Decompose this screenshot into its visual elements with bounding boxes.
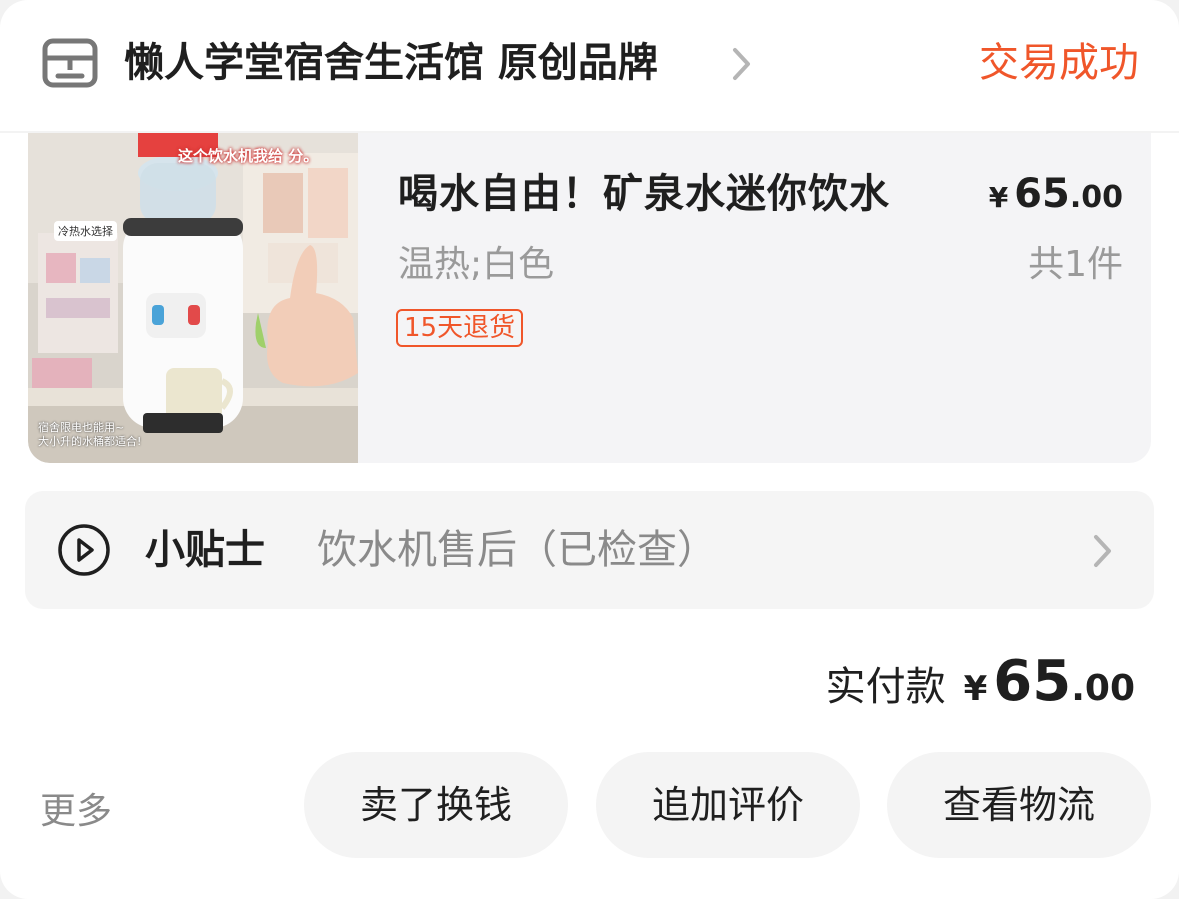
sell-button[interactable]: 卖了换钱 [304,752,568,858]
tips-row[interactable]: 小贴士 饮水机售后（已检查） [25,491,1154,609]
product-thumbnail[interactable]: 这个饮水机我给 分。 冷热水选择 宿舍限电也能用~ 大小升的水桶都适合! [28,133,358,463]
play-circle-icon [58,524,110,576]
price-integer: 65 [1014,171,1070,217]
tips-text: 饮水机售后（已检查） [317,527,717,573]
view-logistics-button[interactable]: 查看物流 [887,752,1151,858]
amount-paid: 实付款 ¥65.00 [826,650,1135,727]
product-item[interactable]: 这个饮水机我给 分。 冷热水选择 宿舍限电也能用~ 大小升的水桶都适合! 喝水自… [28,133,1151,463]
image-caption-bottom-line2: 大小升的水桶都适合! [38,435,142,448]
order-card: 懒人学堂宿舍生活馆 原创品牌 交易成功 这个饮水机我给 分。 冷热水选择 宿舍限… [0,0,1179,899]
amount-symbol: ¥ [963,669,988,709]
price-decimal: .00 [1069,180,1123,215]
amount-integer: 65 [993,649,1072,714]
product-quantity: 共1件 [1028,244,1123,285]
store-icon[interactable] [40,36,100,90]
amount-decimal: .00 [1071,668,1135,709]
product-title: 喝水自由！矿泉水迷你饮水 [398,171,890,217]
add-review-button[interactable]: 追加评价 [596,752,860,858]
image-label: 冷热水选择 [54,221,117,241]
image-caption-bottom-line1: 宿舍限电也能用~ [38,421,125,434]
chevron-right-icon[interactable] [730,44,754,84]
product-price: ¥65.00 [989,169,1123,227]
amount-paid-label: 实付款 [825,664,946,710]
tips-title: 小贴士 [145,527,265,573]
price-symbol: ¥ [988,181,1009,214]
product-sku: 温热;白色 [398,244,555,285]
image-caption-bottom: 宿舍限电也能用~ 大小升的水桶都适合! [38,421,141,449]
order-status: 交易成功 [979,40,1139,86]
more-button[interactable]: 更多 [40,788,112,836]
return-policy-badge: 15天退货 [396,309,524,347]
order-header: 懒人学堂宿舍生活馆 原创品牌 交易成功 [0,0,1179,130]
image-caption-top: 这个饮水机我给 分。 [178,147,319,165]
shop-name[interactable]: 懒人学堂宿舍生活馆 原创品牌 [124,36,658,90]
chevron-right-icon [1094,535,1111,567]
